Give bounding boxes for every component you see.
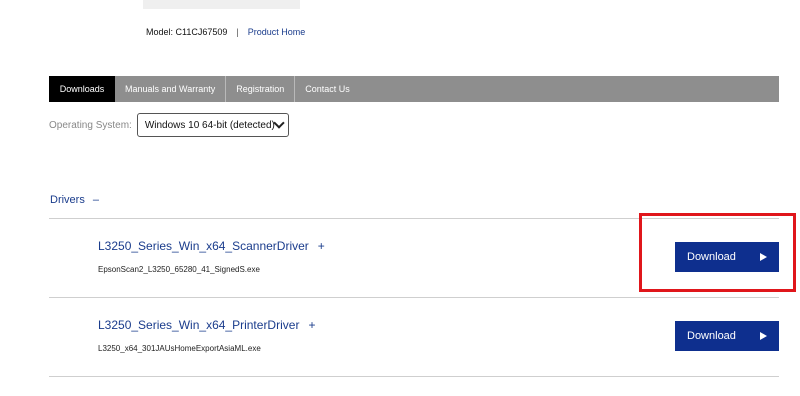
tab-downloads[interactable]: Downloads	[49, 76, 115, 102]
download-button-label: Download	[687, 330, 736, 342]
tab-contact-us[interactable]: Contact Us	[295, 76, 360, 102]
model-info: Model: C11CJ67509 | Product Home	[146, 27, 305, 37]
support-tabs: Downloads Manuals and Warranty Registrat…	[49, 76, 779, 102]
play-arrow-icon	[760, 332, 767, 340]
driver-title-text[interactable]: L3250_Series_Win_x64_PrinterDriver	[98, 318, 299, 332]
driver-title-scanner[interactable]: L3250_Series_Win_x64_ScannerDriver +	[98, 239, 325, 253]
driver-title-printer[interactable]: L3250_Series_Win_x64_PrinterDriver +	[98, 318, 315, 332]
os-selected-value: Windows 10 64-bit (detected)	[144, 119, 275, 131]
product-home-link[interactable]: Product Home	[248, 27, 306, 37]
collapse-icon[interactable]: –	[93, 194, 99, 206]
tab-registration[interactable]: Registration	[226, 76, 296, 102]
separator: |	[236, 27, 239, 37]
download-button-printer[interactable]: Download	[675, 321, 779, 351]
driver-title-text[interactable]: L3250_Series_Win_x64_ScannerDriver	[98, 239, 309, 253]
os-select[interactable]: Windows 10 64-bit (detected)	[136, 113, 289, 137]
divider	[49, 297, 779, 298]
product-image	[143, 0, 300, 9]
tab-manuals-and-warranty[interactable]: Manuals and Warranty	[115, 76, 227, 102]
expand-icon[interactable]: +	[318, 239, 325, 253]
driver-filename: L3250_x64_301JAUsHomeExportAsiaML.exe	[98, 344, 261, 353]
expand-icon[interactable]: +	[308, 318, 315, 332]
model-number: Model: C11CJ67509	[146, 27, 228, 37]
drivers-title: Drivers	[50, 194, 85, 206]
drivers-section-header[interactable]: Drivers –	[50, 194, 99, 206]
driver-filename: EpsonScan2_L3250_65280_41_SignedS.exe	[98, 265, 260, 274]
os-label: Operating System:	[49, 119, 132, 131]
highlight-box	[639, 213, 796, 292]
os-selector-row: Operating System: Windows 10 64-bit (det…	[49, 113, 289, 137]
divider	[49, 376, 779, 377]
